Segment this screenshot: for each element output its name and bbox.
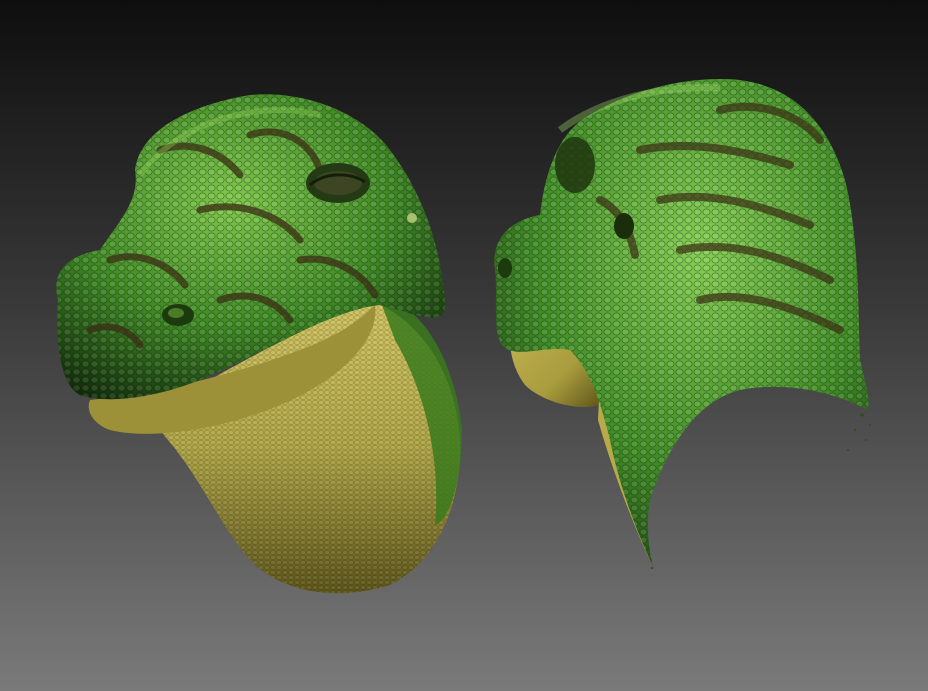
sculpt-render[interactable] [0, 0, 928, 691]
3d-viewport[interactable] [0, 0, 928, 691]
creature-head-left[interactable] [56, 94, 462, 594]
ear-hole-right [614, 213, 634, 239]
creature-head-right[interactable] [494, 79, 871, 570]
eye-socket-right [555, 137, 595, 193]
